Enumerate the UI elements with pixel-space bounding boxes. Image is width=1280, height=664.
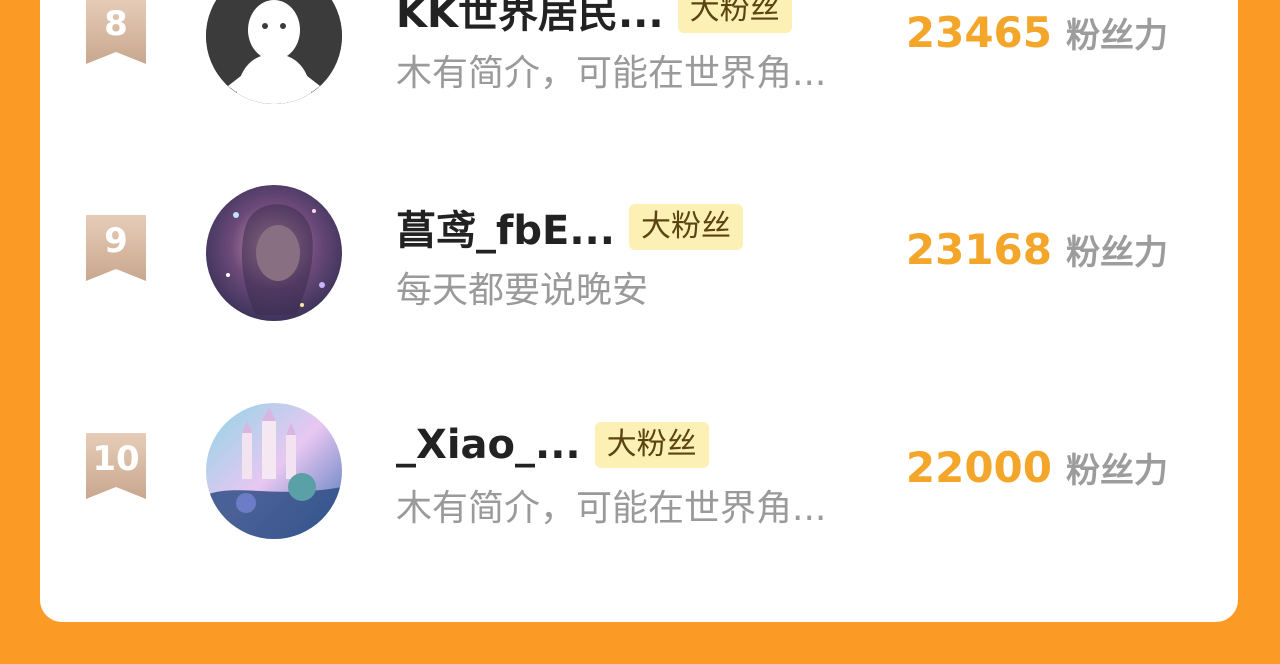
fan-level-badge: 大粉丝 [677, 0, 792, 33]
fan-power-unit: 粉丝力 [1066, 16, 1168, 56]
fan-power-unit: 粉丝力 [1066, 233, 1168, 273]
fan-power: 23168 粉丝力 [906, 225, 1168, 274]
user-bio: 每天都要说晚安 [396, 270, 649, 311]
castle-avatar-image [206, 403, 342, 539]
fan-power-unit: 粉丝力 [1066, 451, 1168, 491]
rank-badge: 8 [86, 0, 146, 64]
fan-ranking-card: 8 KK世界居民... 大粉丝 木有简介，可能在世界角... 23465 粉丝力 [40, 0, 1238, 622]
rank-number: 9 [104, 221, 128, 261]
avatar[interactable] [206, 0, 342, 104]
portrait-avatar-image [206, 185, 342, 321]
username[interactable]: KK世界居民... [396, 0, 664, 39]
fan-power: 23465 粉丝力 [906, 8, 1168, 57]
user-bio: 木有简介，可能在世界角... [396, 53, 827, 94]
rank-badge: 10 [86, 433, 146, 499]
default-avatar-icon [206, 0, 342, 104]
username[interactable]: _Xiao_... [396, 422, 581, 468]
name-line: 菖鸢_fbE... 大粉丝 [396, 197, 743, 257]
fan-level-badge: 大粉丝 [594, 422, 709, 468]
username[interactable]: 菖鸢_fbE... [396, 198, 615, 256]
user-bio: 木有简介，可能在世界角... [396, 488, 827, 529]
ranking-row[interactable]: 9 菖鸢_fbE... 大粉丝 每天都要说晚安 23168 粉丝力 [40, 177, 1238, 327]
rank-number: 10 [92, 439, 140, 479]
avatar[interactable] [206, 403, 342, 539]
name-line: _Xiao_... 大粉丝 [396, 415, 709, 475]
avatar[interactable] [206, 185, 342, 321]
fan-power-value: 23465 [905, 8, 1052, 57]
rank-number: 8 [104, 4, 128, 44]
name-line: KK世界居民... 大粉丝 [396, 0, 792, 40]
fan-power-value: 22000 [905, 443, 1052, 492]
fan-level-badge: 大粉丝 [628, 204, 743, 250]
fan-power-value: 23168 [905, 225, 1052, 274]
ranking-row[interactable]: 8 KK世界居民... 大粉丝 木有简介，可能在世界角... 23465 粉丝力 [40, 0, 1238, 110]
rank-badge: 9 [86, 215, 146, 281]
fan-power: 22000 粉丝力 [906, 443, 1168, 492]
ranking-row[interactable]: 10 _Xiao_... 大粉丝 木有简介，可能在世界角... 22000 粉丝… [40, 395, 1238, 545]
